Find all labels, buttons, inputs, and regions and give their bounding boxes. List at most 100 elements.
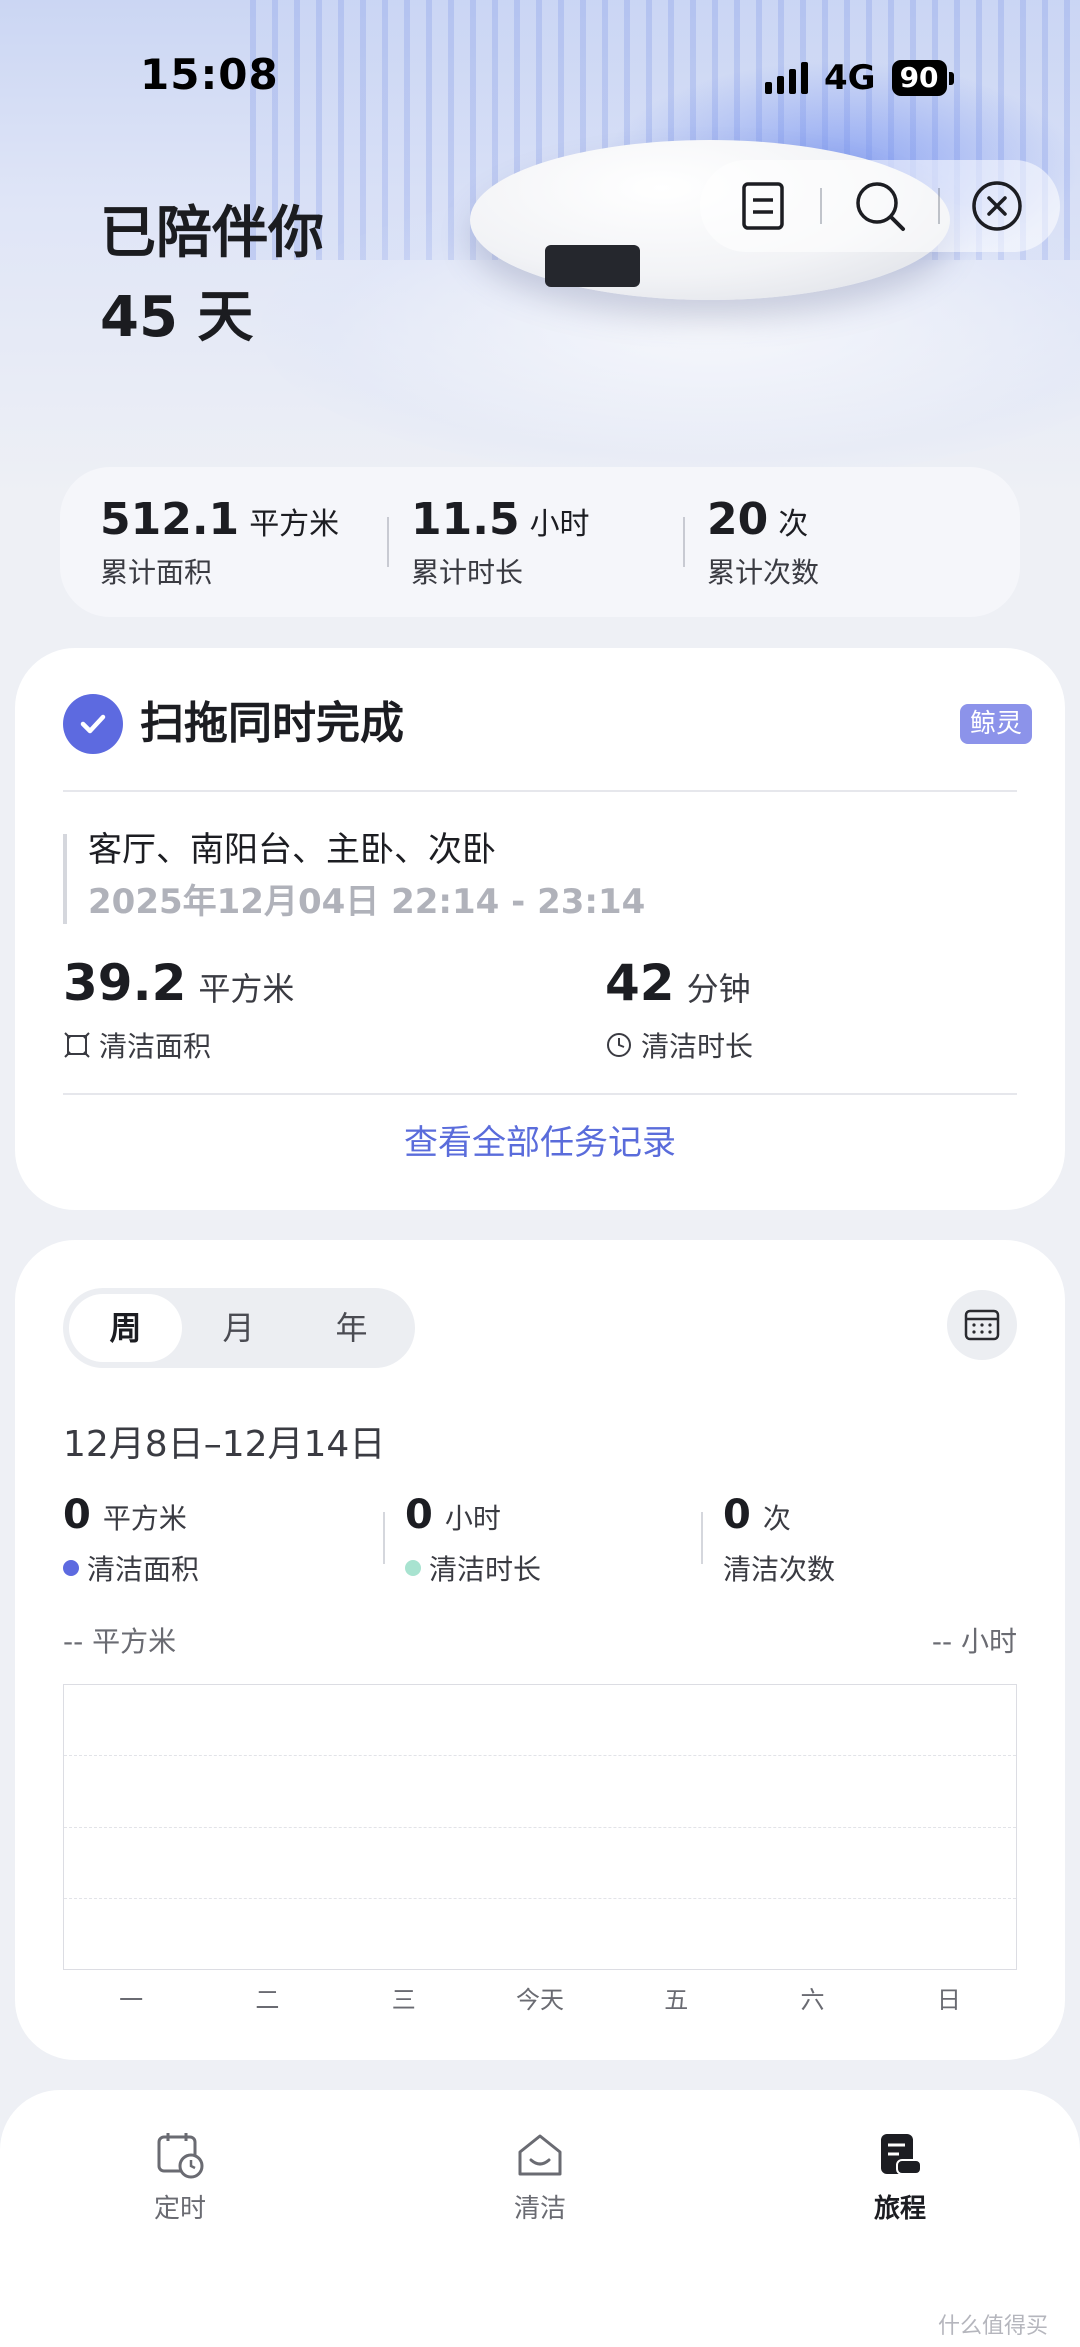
- chart-x-labels: 一 二 三 今天 五 六 日: [63, 1980, 1017, 2015]
- divider: [63, 790, 1017, 792]
- task-area-label: 清洁面积: [99, 1030, 212, 1063]
- rooms-accent-bar: [63, 834, 67, 924]
- task-duration-value: 42: [605, 954, 675, 1012]
- summary-duration: 11.5 小时 累计时长: [411, 494, 661, 591]
- task-time-range: 2025年12月04日 22:14 - 23:14: [88, 882, 646, 922]
- view-all-records-link[interactable]: 查看全部任务记录: [15, 1118, 1065, 1168]
- right-axis-unit: -- 小时: [931, 1625, 1017, 1658]
- week-area-stat: 0 平方米 清洁面积: [63, 1490, 199, 1588]
- tab-month[interactable]: 月: [182, 1294, 295, 1362]
- stats-card: 周 月 年 12月8日–12月14日 0 平方米 清洁面积 0 小时 清洁时长 0次…: [15, 1240, 1065, 2060]
- task-duration-label: 清洁时长: [641, 1030, 754, 1063]
- x-tick-label: 今天: [515, 1986, 564, 2014]
- period-segmented-control: 周 月 年: [63, 1288, 415, 1368]
- area-icon: [64, 1032, 90, 1058]
- week-duration-label: 清洁时长: [429, 1553, 542, 1586]
- week-area-value: 0: [63, 1492, 91, 1538]
- divider: [63, 1093, 1017, 1095]
- nav-schedule[interactable]: 定时: [100, 2130, 260, 2225]
- summary-area-value: 512.1: [100, 493, 240, 545]
- x-tick-label: 日: [936, 1986, 961, 2014]
- hero-title-line2: 45 天: [100, 285, 254, 350]
- week-area-label: 清洁面积: [87, 1553, 200, 1586]
- summary-count-unit: 次: [778, 506, 809, 542]
- device-tag: 鲸灵: [960, 704, 1033, 744]
- action-separator: [820, 188, 823, 224]
- date-range: 12月8日–12月14日: [63, 1424, 386, 1465]
- summary-separator: [683, 517, 685, 567]
- check-circle-icon: [63, 694, 123, 754]
- summary-count-value: 20: [707, 493, 769, 545]
- summary-count: 20 次 累计次数: [707, 494, 819, 591]
- weekly-chart: [63, 1684, 1017, 1970]
- companion-days-title: 已陪伴你 45 天: [100, 192, 324, 360]
- x-tick-label: 三: [391, 1986, 416, 2014]
- robot-window: [545, 245, 640, 287]
- status-time: 15:08: [140, 50, 279, 99]
- task-status-title: 扫拖同时完成: [140, 698, 404, 749]
- hero-title-line1: 已陪伴你: [100, 201, 324, 266]
- last-task-card[interactable]: 扫拖同时完成 鲸灵 客厅、南阳台、主卧、次卧 2025年12月04日 22:14…: [15, 648, 1065, 1210]
- task-area-metric: 39.2 平方米 清洁面积: [63, 953, 294, 1065]
- watermark: 什么值得买: [938, 2314, 1049, 2339]
- x-tick-label: 六: [800, 1986, 825, 2014]
- summary-area: 512.1 平方米 累计面积: [100, 494, 365, 591]
- summary-separator: [387, 517, 389, 567]
- chart-gridline: [64, 1898, 1016, 1899]
- calendar-clock-icon: [157, 2133, 204, 2179]
- week-duration-unit: 小时: [444, 1502, 501, 1535]
- calendar-icon: [964, 1309, 1000, 1341]
- top-action-bar: [700, 160, 1060, 252]
- task-area-value: 39.2: [63, 954, 187, 1012]
- nav-journey[interactable]: 旅程: [820, 2130, 980, 2225]
- cumulative-summary: 512.1 平方米 累计面积 11.5 小时 累计时长 20 次 累计次数: [60, 467, 1020, 617]
- bottom-navigation: 定时 清洁 旅程: [0, 2090, 1080, 2347]
- home-clean-icon: [518, 2134, 562, 2176]
- summary-duration-unit: 小时: [529, 506, 590, 542]
- signal-icon: [765, 62, 808, 94]
- battery-level: 90: [891, 60, 947, 96]
- tab-year[interactable]: 年: [295, 1294, 408, 1362]
- summary-duration-label: 累计时长: [411, 555, 524, 589]
- x-tick-label: 一: [119, 1986, 144, 2014]
- left-axis-unit: -- 平方米: [63, 1625, 177, 1658]
- summary-area-label: 累计面积: [100, 555, 213, 589]
- chart-gridline: [64, 1755, 1016, 1756]
- tab-week[interactable]: 周: [69, 1294, 182, 1362]
- stat-separator: [701, 1512, 703, 1564]
- task-duration-unit: 分钟: [686, 970, 751, 1008]
- document-icon[interactable]: [735, 178, 791, 234]
- search-icon[interactable]: [852, 178, 908, 234]
- week-count-label: 清洁次数: [723, 1553, 836, 1586]
- duration-legend-dot: [405, 1560, 421, 1576]
- week-count-stat: 0次 清洁次数: [723, 1490, 835, 1588]
- week-count-value: 0: [723, 1492, 751, 1538]
- battery-icon: 90: [891, 60, 954, 96]
- calendar-button[interactable]: [947, 1290, 1017, 1360]
- clock-icon: [607, 1033, 631, 1057]
- network-type: 4G: [824, 58, 876, 98]
- task-area-unit: 平方米: [198, 970, 295, 1008]
- area-legend-dot: [63, 1560, 79, 1576]
- nav-clean[interactable]: 清洁: [460, 2130, 620, 2225]
- week-count-unit: 次: [762, 1502, 791, 1535]
- nav-clean-label: 清洁: [513, 2194, 566, 2224]
- action-separator: [937, 188, 940, 224]
- nav-schedule-label: 定时: [153, 2194, 206, 2224]
- summary-duration-value: 11.5: [411, 493, 520, 545]
- x-tick-label: 五: [664, 1986, 689, 2014]
- task-duration-metric: 42 分钟 清洁时长: [605, 953, 753, 1065]
- week-area-unit: 平方米: [102, 1502, 187, 1535]
- status-indicators: 4G 90: [765, 58, 954, 98]
- nav-journey-label: 旅程: [873, 2194, 926, 2224]
- x-tick-label: 二: [255, 1986, 280, 2014]
- stat-separator: [383, 1512, 385, 1564]
- chart-gridline: [64, 1827, 1016, 1828]
- summary-count-label: 累计次数: [707, 555, 820, 589]
- task-rooms: 客厅、南阳台、主卧、次卧: [88, 830, 496, 870]
- journey-icon: [881, 2134, 922, 2175]
- summary-area-unit: 平方米: [249, 506, 340, 542]
- week-duration-stat: 0 小时 清洁时长: [405, 1490, 541, 1588]
- week-duration-value: 0: [405, 1492, 433, 1538]
- close-icon[interactable]: [969, 178, 1025, 234]
